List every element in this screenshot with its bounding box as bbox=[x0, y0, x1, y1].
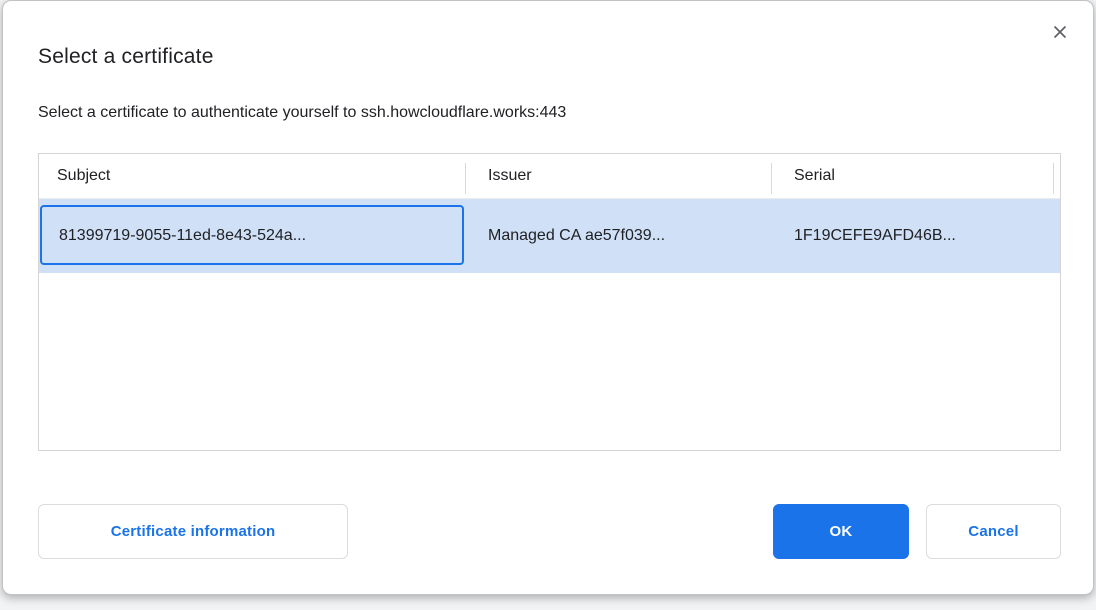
column-header-serial: Serial bbox=[772, 154, 1054, 198]
ok-button[interactable]: OK bbox=[773, 504, 909, 559]
table-row[interactable]: 81399719-9055-11ed-8e43-524a... Managed … bbox=[39, 199, 1060, 273]
column-header-label: Subject bbox=[57, 167, 110, 185]
column-header-label: Serial bbox=[794, 167, 835, 185]
table-header: Subject Issuer Serial bbox=[39, 154, 1060, 199]
column-header-subject: Subject bbox=[39, 154, 466, 198]
scrollbar-gutter bbox=[1054, 154, 1060, 198]
cell-serial: 1F19CEFE9AFD46B... bbox=[772, 227, 1054, 245]
column-header-label: Issuer bbox=[488, 167, 532, 185]
certificate-table: Subject Issuer Serial 81399719-9055-11ed… bbox=[38, 153, 1061, 451]
cancel-button[interactable]: Cancel bbox=[926, 504, 1061, 559]
certificate-select-dialog: Select a certificate Select a certificat… bbox=[2, 0, 1094, 595]
page-title: Select a certificate bbox=[38, 45, 214, 69]
close-button[interactable] bbox=[1047, 19, 1073, 45]
column-header-issuer: Issuer bbox=[466, 154, 772, 198]
close-icon bbox=[1052, 24, 1068, 40]
cell-issuer: Managed CA ae57f039... bbox=[466, 227, 772, 245]
dialog-subtitle: Select a certificate to authenticate you… bbox=[38, 104, 566, 122]
certificate-information-button[interactable]: Certificate information bbox=[38, 504, 348, 559]
cell-subject: 81399719-9055-11ed-8e43-524a... bbox=[39, 227, 466, 245]
